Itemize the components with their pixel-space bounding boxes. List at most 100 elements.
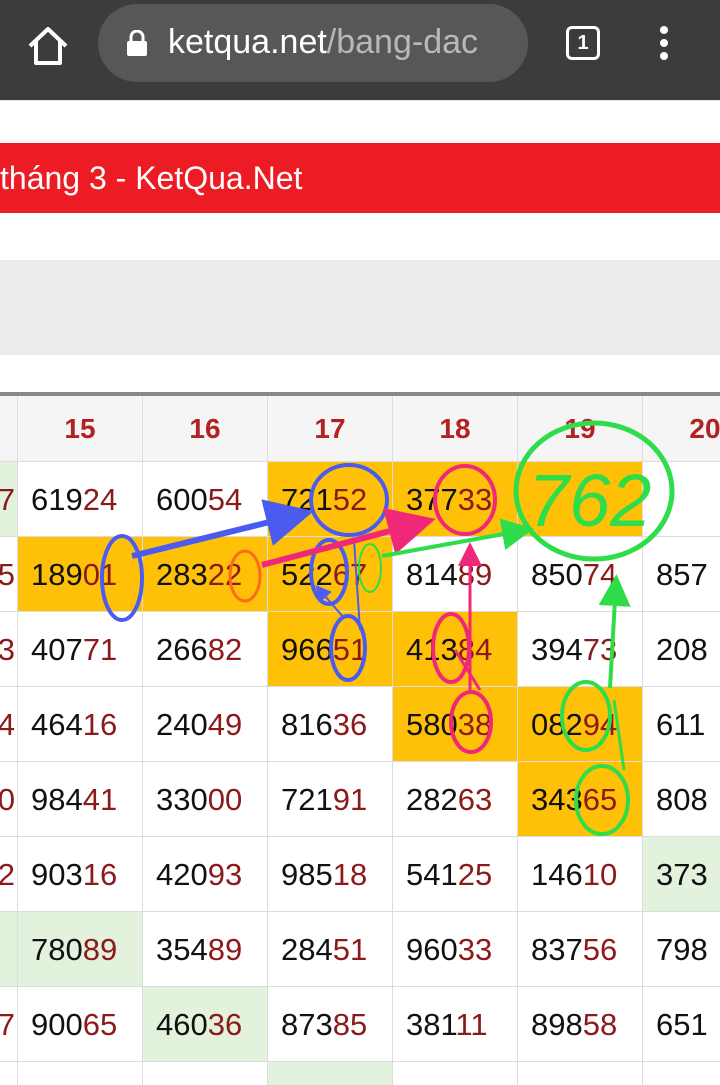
result-cell[interactable]: 24049 <box>143 687 268 762</box>
number-suffix: 89 <box>207 932 243 967</box>
result-cell[interactable]: 89858 <box>518 987 643 1062</box>
number-prefix: 903 <box>31 857 83 892</box>
result-cell[interactable]: 81636 <box>268 687 393 762</box>
result-cell[interactable]: 14610 <box>518 837 643 912</box>
result-cell[interactable]: 373 <box>643 837 720 912</box>
number-prefix: 240 <box>156 707 208 742</box>
result-cell[interactable]: 81489 <box>393 537 518 612</box>
result-cell[interactable]: 85074 <box>518 537 643 612</box>
edge-cell: 5 <box>0 537 18 612</box>
number-prefix: 985 <box>281 857 333 892</box>
number-prefix: 460 <box>156 1007 208 1042</box>
edge-cell: 0 <box>0 762 18 837</box>
result-cell[interactable]: 96033 <box>393 912 518 987</box>
number-prefix: 541 <box>406 857 458 892</box>
column-header: 18 <box>393 396 518 462</box>
result-cell[interactable]: 46416 <box>18 687 143 762</box>
result-number: 87385 <box>281 987 367 1061</box>
result-cell[interactable] <box>643 462 720 537</box>
edge-cell: 7 <box>0 987 18 1062</box>
number-prefix: 282 <box>406 782 458 817</box>
number-prefix: 413 <box>406 632 458 667</box>
result-cell[interactable]: 83756 <box>518 912 643 987</box>
result-cell[interactable] <box>18 1062 143 1085</box>
lock-icon <box>127 30 147 56</box>
result-cell[interactable] <box>518 462 643 537</box>
number-prefix: 522 <box>281 557 333 592</box>
number-suffix: 63 <box>457 782 493 817</box>
result-cell[interactable]: 52267 <box>268 537 393 612</box>
result-cell[interactable]: 78089 <box>18 912 143 987</box>
result-cell[interactable]: 798 <box>643 912 720 987</box>
result-cell[interactable]: 28451 <box>268 912 393 987</box>
result-cell[interactable]: 611 <box>643 687 720 762</box>
result-number: 28263 <box>406 762 493 836</box>
number-suffix: 36 <box>332 707 368 742</box>
number-prefix: 394 <box>531 632 583 667</box>
result-number: 54125 <box>406 837 492 911</box>
result-cell[interactable]: 857 <box>643 537 720 612</box>
result-cell[interactable] <box>518 1062 643 1085</box>
result-cell[interactable]: 60054 <box>143 462 268 537</box>
result-cell[interactable]: 72152 <box>268 462 393 537</box>
result-cell[interactable]: 38111 <box>393 987 518 1062</box>
number-suffix: 89 <box>82 932 118 967</box>
result-cell[interactable]: 08294 <box>518 687 643 762</box>
result-number: 42093 <box>156 837 242 911</box>
result-cell[interactable]: 72191 <box>268 762 393 837</box>
result-cell[interactable]: 18901 <box>18 537 143 612</box>
result-cell[interactable]: 35489 <box>143 912 268 987</box>
result-number: 90316 <box>31 837 117 911</box>
edge-digit: 7 <box>0 987 15 1061</box>
number-prefix: 208 <box>656 632 708 667</box>
result-cell[interactable]: 46036 <box>143 987 268 1062</box>
number-prefix: 814 <box>406 557 458 592</box>
result-cell[interactable]: 90316 <box>18 837 143 912</box>
result-cell[interactable] <box>643 1062 720 1085</box>
result-cell[interactable] <box>143 1062 268 1085</box>
result-cell[interactable]: 98518 <box>268 837 393 912</box>
number-suffix: 18 <box>332 857 368 892</box>
result-cell[interactable]: 26682 <box>143 612 268 687</box>
result-cell[interactable]: 28263 <box>393 762 518 837</box>
result-cell[interactable]: 42093 <box>143 837 268 912</box>
number-suffix: 73 <box>582 632 618 667</box>
number-prefix: 960 <box>406 932 458 967</box>
url-text[interactable]: ketqua.net/bang-dac <box>168 20 478 64</box>
result-cell[interactable]: 808 <box>643 762 720 837</box>
result-cell[interactable]: 54125 <box>393 837 518 912</box>
result-cell[interactable]: 651 <box>643 987 720 1062</box>
result-cell[interactable]: 33000 <box>143 762 268 837</box>
result-cell[interactable]: 90065 <box>18 987 143 1062</box>
result-cell[interactable]: 61924 <box>18 462 143 537</box>
edge-cell: 7 <box>0 462 18 537</box>
tab-switcher-button[interactable]: 1 <box>566 26 600 60</box>
number-suffix: 89 <box>457 557 493 592</box>
result-cell[interactable] <box>393 1062 518 1085</box>
result-number: 98518 <box>281 837 368 911</box>
home-icon[interactable] <box>24 22 72 70</box>
edge-cell: 2 <box>0 837 18 912</box>
address-bar[interactable]: ketqua.net/bang-dac <box>98 4 528 82</box>
result-cell[interactable]: 41384 <box>393 612 518 687</box>
result-cell[interactable]: 28322 <box>143 537 268 612</box>
number-prefix: 266 <box>156 632 208 667</box>
result-cell[interactable]: 37733 <box>393 462 518 537</box>
result-number: 33000 <box>156 762 242 836</box>
more-options-icon[interactable] <box>656 26 672 66</box>
number-suffix: 51 <box>332 932 368 967</box>
result-cell[interactable]: 39473 <box>518 612 643 687</box>
result-number: 24049 <box>156 687 242 761</box>
result-cell[interactable]: 58038 <box>393 687 518 762</box>
edge-header <box>0 396 18 462</box>
result-cell[interactable] <box>268 1062 393 1085</box>
result-cell[interactable]: 34365 <box>518 762 643 837</box>
result-number: 46416 <box>31 687 117 761</box>
result-cell[interactable]: 87385 <box>268 987 393 1062</box>
edge-cell <box>0 912 18 987</box>
result-cell[interactable]: 208 <box>643 612 720 687</box>
result-cell[interactable]: 40771 <box>18 612 143 687</box>
result-cell[interactable]: 96651 <box>268 612 393 687</box>
result-cell[interactable]: 98441 <box>18 762 143 837</box>
edge-cell <box>0 1062 18 1085</box>
